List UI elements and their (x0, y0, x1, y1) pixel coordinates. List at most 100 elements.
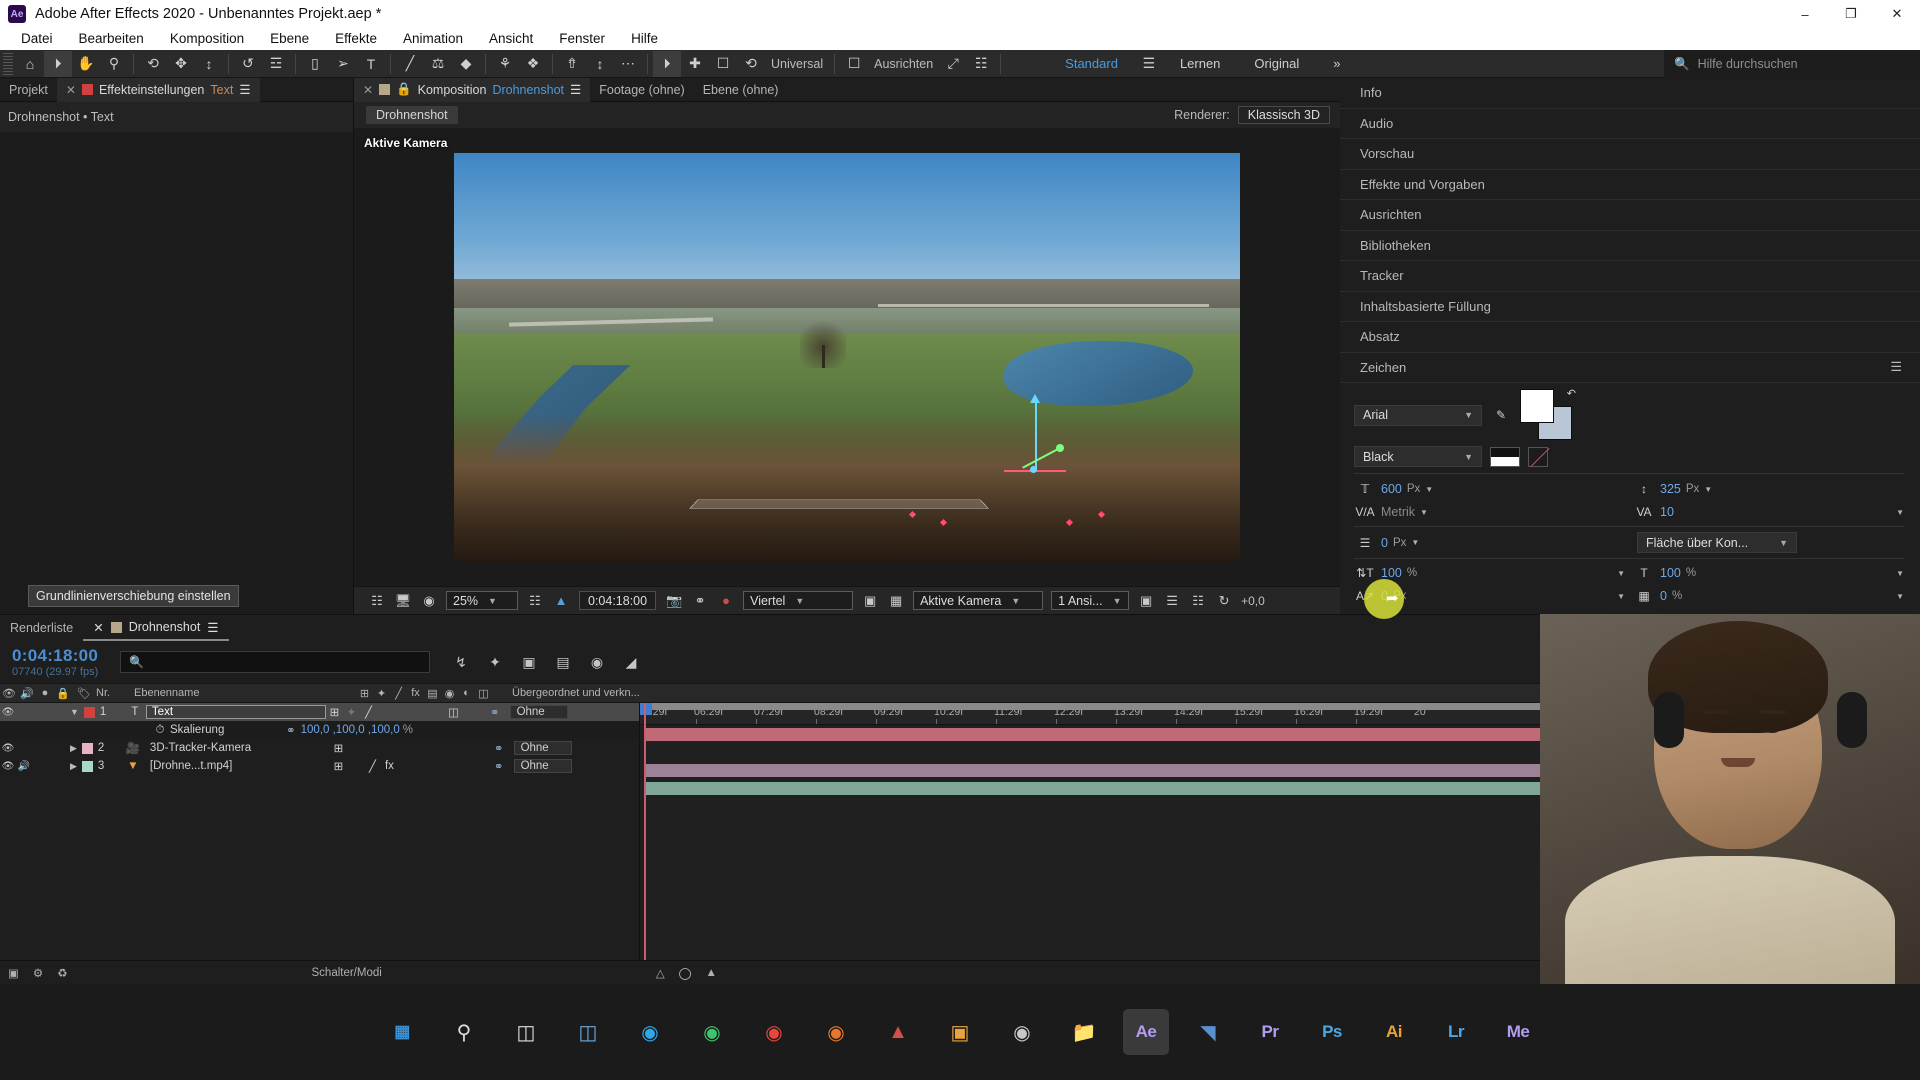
layer-color-chip[interactable] (83, 706, 95, 718)
close-icon[interactable]: ✕ (66, 83, 76, 97)
layer-color-chip[interactable] (81, 760, 93, 772)
explorer-orange-icon[interactable]: ▣ (937, 1009, 983, 1055)
show-snapshot-icon[interactable]: ⚭ (687, 588, 713, 614)
tab-footage[interactable]: Footage (ohne) (590, 78, 693, 102)
pan-behind-tool-icon[interactable]: ☲ (262, 51, 290, 77)
views-select[interactable]: 1 Ansi... ▼ (1051, 591, 1130, 610)
brush-tool-icon[interactable]: ╱ (396, 51, 424, 77)
menu-ansicht[interactable]: Ansicht (476, 28, 546, 50)
camera-view-select[interactable]: Aktive Kamera ▼ (913, 591, 1044, 610)
no-fill-icon[interactable] (1528, 446, 1550, 467)
snapshot-icon[interactable]: 📷 (661, 588, 687, 614)
bounding-box-icon[interactable]: ☐ (709, 51, 737, 77)
panel-info[interactable]: Info (1340, 78, 1920, 109)
menu-hilfe[interactable]: Hilfe (618, 28, 671, 50)
puppet-pin-icon[interactable]: ❖ (519, 51, 547, 77)
composition-settings-icon[interactable]: ⚙ (33, 966, 43, 980)
clone-stamp-icon[interactable]: ⚖ (424, 51, 452, 77)
stopwatch-icon[interactable]: ⏱ (150, 724, 170, 737)
pixel-aspect-icon[interactable]: ▣ (1133, 588, 1159, 614)
resolution-select[interactable]: Viertel ▼ (743, 591, 854, 610)
tab-drohnenshot[interactable]: ✕ Drohnenshot ☰ (83, 615, 229, 641)
premiere-pro-icon[interactable]: Pr (1247, 1009, 1293, 1055)
parent-icon[interactable]: ⊞ (330, 741, 347, 755)
playhead[interactable] (644, 703, 646, 960)
panel-menu-icon[interactable]: ☰ (207, 620, 218, 635)
close-button[interactable]: ✕ (1874, 0, 1920, 28)
font-style-select[interactable]: Black ▼ (1354, 446, 1482, 467)
quality-icon[interactable]: ✦ (343, 705, 360, 719)
rotate-icon[interactable]: ⟲ (737, 51, 765, 77)
workspace-standard[interactable]: Standard (1048, 56, 1135, 71)
parent-icon[interactable]: ⊞ (326, 705, 343, 719)
refresh-icon[interactable]: ↻ (1211, 588, 1237, 614)
minimize-button[interactable]: – (1782, 0, 1828, 28)
layer-visibility-toggle[interactable]: 👁 (0, 743, 16, 754)
fx-icon[interactable]: fx (381, 760, 398, 772)
panel-absatz[interactable]: Absatz (1340, 322, 1920, 353)
constrain-proportions-icon[interactable]: ⚭ (286, 723, 296, 737)
rotation-tool-icon[interactable]: ⟲ (139, 51, 167, 77)
chevron-down-icon[interactable]: ▼ (1411, 538, 1419, 547)
media-encoder-icon[interactable]: Me (1495, 1009, 1541, 1055)
motion-blur-icon[interactable]: ◉ (580, 649, 614, 675)
tab-effekteinstellungen[interactable]: ✕ Effekteinstellungen Text ☰ (56, 77, 260, 102)
chevron-down-icon[interactable]: ▼ (1617, 592, 1625, 601)
3d-axis-gizmo[interactable] (1000, 393, 1070, 488)
viewer-current-time[interactable]: 0:04:18:00 (579, 591, 657, 610)
current-time-display[interactable]: 0:04:18:00 07740 (29.97 fps) (0, 646, 120, 678)
hide-shy-layers-icon[interactable]: ▣ (512, 649, 546, 675)
3d-layer-icon[interactable]: ◫ (445, 705, 462, 719)
new-composition-icon[interactable]: ▣ (8, 966, 19, 980)
panel-vorschau[interactable]: Vorschau (1340, 139, 1920, 170)
layer-name[interactable]: [Drohne...t.mp4] (150, 760, 330, 772)
eyedropper-icon[interactable]: ✎ (1490, 406, 1512, 424)
layer-color-chip[interactable] (81, 742, 93, 754)
menu-datei[interactable]: Datei (8, 28, 66, 50)
timeline-zoom-slider[interactable]: ◯ (679, 966, 692, 980)
layer-name[interactable]: Text (145, 705, 326, 719)
panel-bibliotheken[interactable]: Bibliotheken (1340, 231, 1920, 261)
frame-blending-icon[interactable]: ▤ (546, 649, 580, 675)
playhead-handle[interactable] (640, 703, 652, 715)
horizontal-scale-control[interactable]: T 100 % ▼ (1633, 564, 1904, 582)
timecode-icon[interactable]: ☰ (1159, 588, 1185, 614)
shape-tool-icon[interactable]: ▯ (301, 51, 329, 77)
workspace-lernen[interactable]: Lernen (1163, 56, 1237, 71)
grid-icon[interactable]: ▦ (883, 588, 909, 614)
chevron-down-icon[interactable]: ▼ (1617, 569, 1625, 578)
parent-link-icon[interactable]: ⚭ (494, 759, 504, 773)
mask-view-icon[interactable]: ▣ (857, 588, 883, 614)
panel-menu-icon[interactable]: ☰ (1890, 359, 1902, 375)
workspace-original[interactable]: Original (1237, 56, 1316, 71)
maximize-button[interactable]: ❐ (1828, 0, 1874, 28)
transparency-grid-icon[interactable]: ▲ (548, 588, 574, 614)
close-icon[interactable]: ✕ (93, 620, 103, 635)
panel-zeichen[interactable]: Zeichen ☰ (1340, 353, 1920, 383)
tab-renderliste[interactable]: Renderliste (0, 615, 83, 641)
parent-select[interactable]: Ohne (513, 741, 572, 755)
camera-dolly-icon[interactable]: ⋯ (614, 51, 642, 77)
font-size-control[interactable]: 𝕋 600 Px ▼ (1354, 480, 1625, 498)
chevron-down-icon[interactable]: ▼ (1896, 592, 1904, 601)
orbit-tool-icon[interactable]: ✥ (167, 51, 195, 77)
menu-bearbeiten[interactable]: Bearbeiten (66, 28, 157, 50)
tracking-control[interactable]: VA 10 ▼ (1633, 503, 1904, 521)
eraser-tool-icon[interactable]: ◆ (452, 51, 480, 77)
fill-stroke-preset-icon[interactable] (1490, 446, 1520, 467)
zoom-level-select[interactable]: 25% ▼ (446, 591, 518, 610)
composition-viewer[interactable]: Aktive Kamera (354, 128, 1340, 586)
font-family-select[interactable]: Arial ▼ (1354, 404, 1482, 426)
chevron-down-icon[interactable]: ▼ (1896, 569, 1904, 578)
composition-mini-flowchart-icon[interactable]: ↯ (444, 649, 478, 675)
table-row[interactable]: 👁 ▶ 2 🎥 3D-Tracker-Kamera ⊞ ⚭ Ohne (0, 739, 639, 757)
pan-tool-icon[interactable]: ↕ (195, 51, 223, 77)
firefox-icon[interactable]: ◉ (813, 1009, 859, 1055)
always-preview-icon[interactable]: ☷ (364, 588, 390, 614)
menu-animation[interactable]: Animation (390, 28, 476, 50)
camera-orbit-icon[interactable]: ⇮ (558, 51, 586, 77)
menu-ebene[interactable]: Ebene (257, 28, 322, 50)
skype-icon[interactable]: ◉ (627, 1009, 673, 1055)
property-row[interactable]: ⏱ Skalierung ⚭ 100,0 ,100,0 ,100,0 % (0, 721, 639, 739)
layer-visibility-toggle[interactable]: 👁 (0, 761, 16, 772)
